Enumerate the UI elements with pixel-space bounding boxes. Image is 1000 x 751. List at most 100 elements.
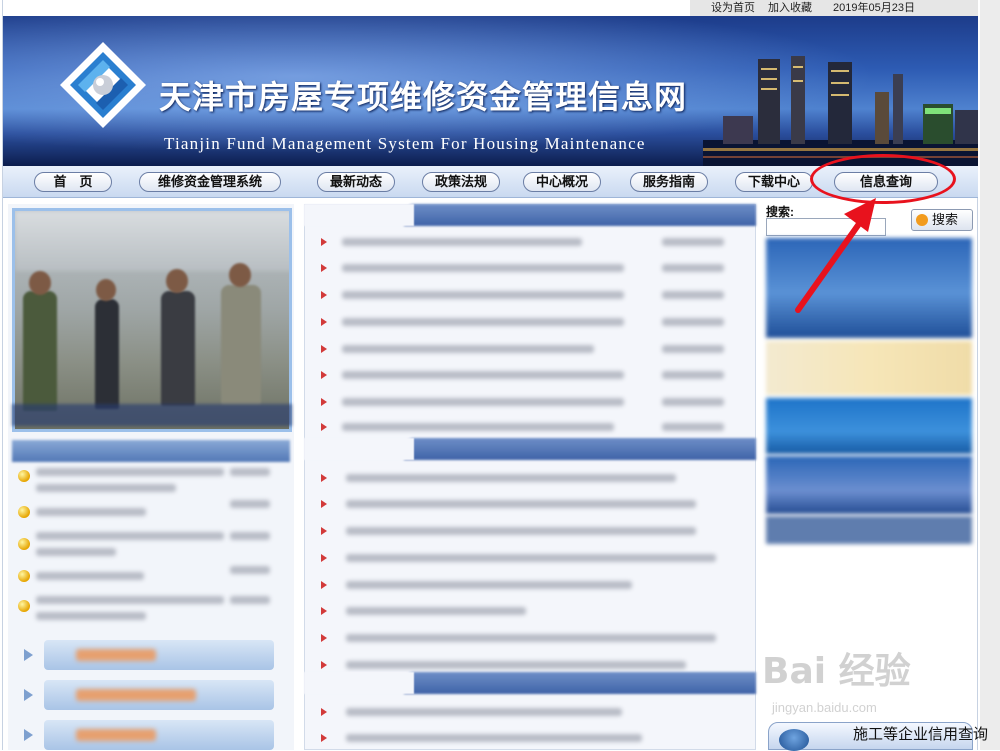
person-head <box>96 279 116 301</box>
news-item[interactable] <box>342 291 624 299</box>
set-home-link[interactable]: 设为首页 <box>711 0 755 16</box>
news-item[interactable] <box>342 371 624 379</box>
person-head <box>29 271 51 295</box>
left-news-item[interactable] <box>36 548 116 556</box>
promo-banner[interactable] <box>766 456 972 514</box>
left-link-button[interactable] <box>44 720 274 750</box>
news-item[interactable] <box>342 345 594 353</box>
list-marker-icon <box>321 634 327 642</box>
list-marker-icon <box>321 371 327 379</box>
mid-section-header <box>304 672 756 694</box>
nav-latest-news[interactable]: 最新动态 <box>317 172 395 192</box>
left-news-date <box>230 532 270 540</box>
list-marker-icon <box>321 581 327 589</box>
site-title: 天津市房屋专项维修资金管理信息网 <box>159 78 688 116</box>
news-item[interactable] <box>346 474 676 482</box>
nav-center-overview[interactable]: 中心概况 <box>523 172 601 192</box>
news-date <box>662 398 724 406</box>
news-item[interactable] <box>342 423 614 431</box>
mid-section-tab[interactable] <box>304 438 414 460</box>
news-date <box>662 345 724 353</box>
nav-home[interactable]: 首 页 <box>34 172 112 192</box>
list-marker-icon <box>321 661 327 669</box>
person-head <box>166 269 188 293</box>
mid-section-header <box>304 204 756 226</box>
news-item[interactable] <box>346 527 696 535</box>
news-date <box>662 264 724 272</box>
news-item[interactable] <box>342 398 624 406</box>
promo-banner[interactable] <box>766 341 972 395</box>
left-link-button[interactable] <box>44 680 274 710</box>
news-item[interactable] <box>346 734 642 742</box>
list-marker-icon <box>321 423 327 431</box>
bullet-icon <box>18 570 30 582</box>
top-links-bar: 设为首页 加入收藏 2019年05月23日 <box>690 0 978 16</box>
site-subtitle: Tianjin Fund Management System For Housi… <box>164 134 646 153</box>
news-item[interactable] <box>346 607 526 615</box>
news-item[interactable] <box>346 554 716 562</box>
news-item[interactable] <box>342 318 624 326</box>
current-date: 2019年05月23日 <box>833 2 915 14</box>
credit-query-badge[interactable]: 施工等企业信用查询 <box>768 722 988 751</box>
bullet-icon <box>18 538 30 550</box>
arrow-icon <box>24 649 33 661</box>
nav-download-center[interactable]: 下载中心 <box>735 172 813 192</box>
nav-maintenance-fund-system[interactable]: 维修资金管理系统 <box>139 172 281 192</box>
promo-banner[interactable] <box>766 516 972 544</box>
left-news-date <box>230 596 270 604</box>
badge-label: 施工等企业信用查询 <box>853 725 989 743</box>
left-news-item[interactable] <box>36 532 224 540</box>
left-news-header <box>12 440 290 462</box>
list-marker-icon <box>321 264 327 272</box>
arrow-icon <box>24 689 33 701</box>
news-item[interactable] <box>346 581 632 589</box>
nav-service-guide[interactable]: 服务指南 <box>630 172 708 192</box>
news-item[interactable] <box>342 264 624 272</box>
left-news-item[interactable] <box>36 468 224 476</box>
mid-section-tab[interactable] <box>304 204 414 226</box>
news-item[interactable] <box>346 661 686 669</box>
list-marker-icon <box>321 500 327 508</box>
site-logo-icon <box>60 42 146 128</box>
list-marker-icon <box>321 238 327 246</box>
watermark-url: jingyan.baidu.com <box>772 700 877 715</box>
site-banner: 天津市房屋专项维修资金管理信息网 Tianjin Fund Management… <box>3 16 978 166</box>
news-date <box>662 423 724 431</box>
left-link-button[interactable] <box>44 640 274 670</box>
promo-banner[interactable] <box>766 398 972 454</box>
mid-section-header-bar <box>404 672 756 694</box>
list-marker-icon <box>321 554 327 562</box>
photo-sky <box>15 211 289 271</box>
mid-section-header <box>304 438 756 460</box>
photo-caption <box>12 404 292 426</box>
left-link-label <box>76 729 156 741</box>
list-marker-icon <box>321 474 327 482</box>
left-news-item[interactable] <box>36 484 176 492</box>
search-button-label: 搜索 <box>932 212 959 227</box>
news-item[interactable] <box>346 500 696 508</box>
search-button[interactable]: 搜索 <box>911 209 973 231</box>
baidu-watermark: Bai 经验 jingyan.baidu.com <box>762 636 962 726</box>
news-date <box>662 371 724 379</box>
left-news-item[interactable] <box>36 572 144 580</box>
left-news-date <box>230 566 270 574</box>
mid-section-tab[interactable] <box>304 672 414 694</box>
left-link-label <box>76 689 196 701</box>
list-marker-icon <box>321 398 327 406</box>
city-skyline-image <box>703 56 978 166</box>
left-news-item[interactable] <box>36 508 146 516</box>
nav-policies[interactable]: 政策法规 <box>422 172 500 192</box>
left-news-item[interactable] <box>36 612 146 620</box>
news-item[interactable] <box>342 238 582 246</box>
mid-section-header-bar <box>404 438 756 460</box>
watermark-text: Bai 经验 <box>762 651 911 692</box>
left-news-item[interactable] <box>36 596 224 604</box>
add-favorite-link[interactable]: 加入收藏 <box>768 0 812 16</box>
list-marker-icon <box>321 345 327 353</box>
news-date <box>662 291 724 299</box>
news-item[interactable] <box>346 708 622 716</box>
news-item[interactable] <box>346 634 716 642</box>
news-photo[interactable] <box>12 208 292 432</box>
bullet-icon <box>18 506 30 518</box>
news-date <box>662 318 724 326</box>
